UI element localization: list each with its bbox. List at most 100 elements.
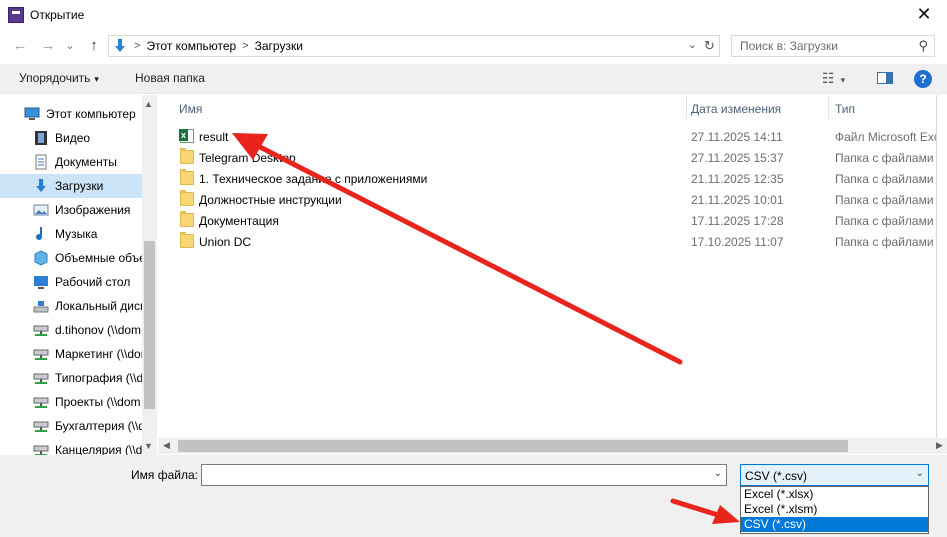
file-name: result xyxy=(199,130,229,144)
sidebar-item[interactable]: Рабочий стол xyxy=(0,270,142,294)
file-row[interactable]: Документация 17.11.2025 17:28 Папка с файл… xyxy=(158,210,947,231)
breadcrumb-separator: > xyxy=(134,40,141,52)
sidebar-item[interactable]: Изображения xyxy=(0,198,142,222)
sidebar-item-label: Канцелярия (\\dom xyxy=(55,443,142,455)
breadcrumb-this-pc[interactable]: Этот компьютер xyxy=(146,39,236,53)
chevron-down-icon[interactable]: ⌄ xyxy=(714,468,722,479)
sidebar-item-label: Рабочий стол xyxy=(55,275,131,289)
folder-icon xyxy=(180,211,194,227)
forward-button[interactable]: → xyxy=(38,36,58,56)
scroll-right-icon[interactable]: ▶ xyxy=(936,440,943,451)
chevron-down-icon[interactable]: ⌄ xyxy=(916,468,924,479)
search-input[interactable] xyxy=(732,36,902,56)
navigation-bar: ← → ⌄ ↑ > Этот компьютер > Загрузки ⌄ ↻ … xyxy=(0,33,947,59)
sidebar-scrollbar[interactable]: ▲ ▼ xyxy=(142,95,157,455)
file-row[interactable]: Telegram Desktop 27.11.2025 15:37 Папка с … xyxy=(158,147,947,168)
filetype-dropdown-list: Excel (*.xlsx) Excel (*.xlsm) CSV (*.csv) xyxy=(740,486,929,534)
refresh-button[interactable]: ↻ xyxy=(699,36,719,56)
chevron-down-icon: ▾ xyxy=(94,74,99,84)
filename-combobox[interactable]: ⌄ xyxy=(201,464,727,486)
scroll-down-icon[interactable]: ▼ xyxy=(144,441,153,451)
back-button[interactable]: ← xyxy=(10,36,30,56)
file-type: Папка с файлами xyxy=(835,151,934,165)
address-bar[interactable]: > Этот компьютер > Загрузки ⌄ ↻ xyxy=(108,35,720,57)
view-icon: ☷ xyxy=(822,70,835,86)
title-bar: Открытие ✕ xyxy=(0,0,947,29)
sidebar-item[interactable]: Маркетинг (\\dom xyxy=(0,342,142,366)
list-right-edge xyxy=(936,95,947,438)
file-row[interactable]: 1. Техническое задание с приложениями 21.… xyxy=(158,168,947,189)
sidebar-item-label: Музыка xyxy=(55,227,98,241)
filename-label: Имя файла: xyxy=(131,468,198,482)
sidebar-item[interactable]: Видео xyxy=(0,126,142,150)
search-icon[interactable]: ⚲ xyxy=(918,38,928,54)
column-header-name[interactable]: Имя xyxy=(179,102,202,116)
sidebar-item[interactable]: Типография (\\dom xyxy=(0,366,142,390)
organize-button[interactable]: Упорядочить ▾ xyxy=(19,71,99,85)
up-button[interactable]: ↑ xyxy=(84,36,104,56)
file-name: Должностные инструкции xyxy=(199,193,342,207)
file-row[interactable]: result 27.11.2025 14:11 Файл Microsoft Exc… xyxy=(158,126,947,147)
filename-input[interactable] xyxy=(202,465,702,485)
file-type: Файл Microsoft Excel xyxy=(835,130,947,144)
breadcrumb-downloads[interactable]: Загрузки xyxy=(255,39,303,53)
filetype-option[interactable]: Excel (*.xlsm) xyxy=(741,502,928,517)
command-toolbar: Упорядочить ▾ Новая папка ☷ ▾ ? xyxy=(0,64,947,94)
change-view-button[interactable]: ☷ ▾ xyxy=(822,70,845,87)
file-type: Папка с файлами xyxy=(835,214,934,228)
filetype-option[interactable]: CSV (*.csv) xyxy=(741,517,928,532)
file-date: 27.11.2025 15:37 xyxy=(691,151,784,165)
network-drive-icon xyxy=(33,346,49,362)
documents-icon xyxy=(33,154,49,170)
scroll-left-icon[interactable]: ◀ xyxy=(163,440,170,451)
filetype-option[interactable]: Excel (*.xlsx) xyxy=(741,487,928,502)
search-box[interactable]: ⚲ xyxy=(731,35,935,57)
sidebar-scroll-thumb[interactable] xyxy=(144,241,155,409)
file-row[interactable]: Union DC 17.10.2025 11:07 Папка с файлами xyxy=(158,231,947,252)
sidebar-item[interactable]: Загрузки xyxy=(0,174,142,198)
sidebar-item[interactable]: Музыка xyxy=(0,222,142,246)
network-drive-icon xyxy=(33,418,49,434)
recent-locations-button[interactable]: ⌄ xyxy=(60,36,80,56)
file-name: 1. Техническое задание с приложениями xyxy=(199,172,428,186)
sidebar-item[interactable]: Проекты (\\dom xyxy=(0,390,142,414)
sidebar-item-label: Маркетинг (\\dom xyxy=(55,347,142,361)
file-name: Документация xyxy=(199,214,279,228)
scroll-up-icon[interactable]: ▲ xyxy=(144,99,153,109)
sidebar-item[interactable]: Канцелярия (\\dom xyxy=(0,438,142,455)
navigation-pane: Этот компьютер Видео Документы Загрузки Изоб… xyxy=(0,95,157,455)
file-type: Папка с файлами xyxy=(835,193,934,207)
network-drive-icon xyxy=(33,394,49,410)
help-icon[interactable]: ? xyxy=(914,70,932,88)
music-icon xyxy=(33,226,49,242)
sidebar-item[interactable]: Этот компьютер xyxy=(0,102,142,126)
sidebar-item[interactable]: Документы xyxy=(0,150,142,174)
column-divider[interactable] xyxy=(828,95,829,119)
sidebar-item[interactable]: Объемные объекты xyxy=(0,246,142,270)
column-header-date[interactable]: Дата изменения xyxy=(691,102,781,116)
filetype-select[interactable]: CSV (*.csv) ⌄ xyxy=(740,464,929,486)
column-divider[interactable] xyxy=(686,95,687,119)
pictures-icon xyxy=(33,202,49,218)
new-folder-button[interactable]: Новая папка xyxy=(135,71,205,85)
sidebar-item[interactable]: Бухгалтерия (\\dom xyxy=(0,414,142,438)
address-dropdown-icon[interactable]: ⌄ xyxy=(688,38,697,51)
preview-pane-icon[interactable] xyxy=(877,72,893,84)
sidebar-item[interactable]: d.tihonov (\\dom xyxy=(0,318,142,342)
sidebar-item[interactable]: Локальный диск (C:) xyxy=(0,294,142,318)
horizontal-scroll-thumb[interactable] xyxy=(178,440,848,452)
column-header-type[interactable]: Тип xyxy=(835,102,855,116)
downloads-icon xyxy=(112,38,128,54)
computer-icon xyxy=(24,106,40,122)
excel-icon xyxy=(179,129,194,143)
file-type: Папка с файлами xyxy=(835,172,934,186)
close-button[interactable]: ✕ xyxy=(901,0,947,29)
horizontal-scrollbar[interactable]: ◀ ▶ xyxy=(158,438,947,454)
organize-label: Упорядочить xyxy=(19,71,91,85)
local-disk-icon xyxy=(33,298,49,314)
folder-icon xyxy=(180,148,194,164)
file-row[interactable]: Должностные инструкции 21.11.2025 10:01 Па… xyxy=(158,189,947,210)
sidebar-item-label: Документы xyxy=(55,155,117,169)
sidebar-item-label: Проекты (\\dom xyxy=(55,395,141,409)
filetype-selected-value: CSV (*.csv) xyxy=(745,469,808,483)
